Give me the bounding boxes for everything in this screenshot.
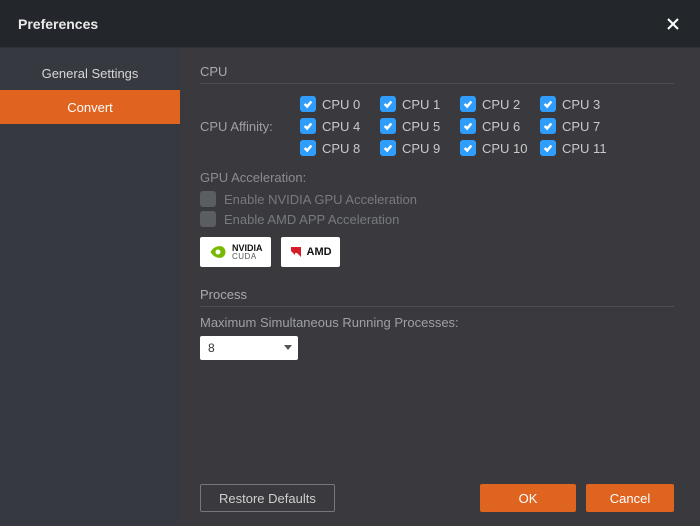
process-section-title: Process: [200, 287, 674, 307]
sidebar-item-general-settings[interactable]: General Settings: [0, 56, 180, 90]
checkbox-icon: [200, 191, 216, 207]
restore-defaults-button[interactable]: Restore Defaults: [200, 484, 335, 512]
process-count-value: 8: [208, 341, 215, 355]
cpu-core-label: CPU 1: [402, 97, 440, 112]
cpu-affinity-label: CPU Affinity:: [200, 119, 300, 134]
cuda-text: CUDA: [232, 253, 263, 261]
checkbox-icon: [540, 140, 556, 156]
cpu-core-label: CPU 2: [482, 97, 520, 112]
cpu-core-7[interactable]: CPU 7: [540, 118, 620, 134]
cpu-core-label: CPU 3: [562, 97, 600, 112]
cpu-core-label: CPU 6: [482, 119, 520, 134]
gpu-nvidia-option[interactable]: Enable NVIDIA GPU Acceleration: [200, 191, 674, 207]
checkbox-icon: [460, 140, 476, 156]
cpu-core-10[interactable]: CPU 10: [460, 140, 540, 156]
nvidia-badge[interactable]: NVIDIA CUDA: [200, 237, 271, 267]
footer-buttons: Restore Defaults OK Cancel: [200, 484, 674, 512]
window-title: Preferences: [18, 16, 98, 32]
amd-badge[interactable]: AMD: [281, 237, 340, 267]
cpu-core-6[interactable]: CPU 6: [460, 118, 540, 134]
cpu-core-label: CPU 11: [562, 141, 607, 156]
close-icon: [666, 17, 680, 31]
checkbox-icon: [300, 96, 316, 112]
cpu-core-label: CPU 4: [322, 119, 360, 134]
cpu-core-3[interactable]: CPU 3: [540, 96, 620, 112]
ok-button[interactable]: OK: [480, 484, 576, 512]
gpu-amd-label: Enable AMD APP Acceleration: [224, 212, 399, 227]
chevron-down-icon: [284, 345, 292, 351]
titlebar: Preferences: [0, 0, 700, 48]
cpu-core-11[interactable]: CPU 11: [540, 140, 620, 156]
main-panel: CPU CPU 0 CPU 1 CPU 2 CPU 3 CPU Affinity…: [180, 48, 700, 526]
gpu-amd-option[interactable]: Enable AMD APP Acceleration: [200, 211, 674, 227]
cpu-section-title: CPU: [200, 64, 674, 84]
cpu-core-label: CPU 9: [402, 141, 440, 156]
cpu-core-label: CPU 5: [402, 119, 440, 134]
checkbox-icon: [460, 96, 476, 112]
checkbox-icon: [380, 118, 396, 134]
cpu-core-1[interactable]: CPU 1: [380, 96, 460, 112]
cpu-core-label: CPU 7: [562, 119, 600, 134]
checkbox-icon: [300, 118, 316, 134]
sidebar: General Settings Convert: [0, 48, 180, 526]
process-count-select[interactable]: 8: [200, 336, 298, 360]
checkbox-icon: [540, 96, 556, 112]
cpu-core-2[interactable]: CPU 2: [460, 96, 540, 112]
vendor-badges: NVIDIA CUDA AMD: [200, 237, 674, 267]
process-max-label: Maximum Simultaneous Running Processes:: [200, 315, 674, 330]
amd-arrow-icon: [289, 245, 303, 259]
content: General Settings Convert CPU CPU 0 CPU 1…: [0, 48, 700, 526]
nvidia-eye-icon: [208, 242, 228, 262]
checkbox-icon: [540, 118, 556, 134]
process-section: Process Maximum Simultaneous Running Pro…: [200, 287, 674, 360]
gpu-section-title: GPU Acceleration:: [200, 170, 674, 185]
cpu-core-8[interactable]: CPU 8: [300, 140, 380, 156]
cpu-core-0[interactable]: CPU 0: [300, 96, 380, 112]
gpu-nvidia-label: Enable NVIDIA GPU Acceleration: [224, 192, 417, 207]
cpu-core-label: CPU 10: [482, 141, 528, 156]
cpu-core-5[interactable]: CPU 5: [380, 118, 460, 134]
amd-text: AMD: [307, 246, 332, 258]
checkbox-icon: [300, 140, 316, 156]
close-button[interactable]: [664, 15, 682, 33]
cpu-core-4[interactable]: CPU 4: [300, 118, 380, 134]
cpu-core-label: CPU 0: [322, 97, 360, 112]
gpu-section: GPU Acceleration: Enable NVIDIA GPU Acce…: [200, 168, 674, 283]
checkbox-icon: [200, 211, 216, 227]
checkbox-icon: [380, 96, 396, 112]
checkbox-icon: [380, 140, 396, 156]
sidebar-item-convert[interactable]: Convert: [0, 90, 180, 124]
cpu-core-label: CPU 8: [322, 141, 360, 156]
cancel-button[interactable]: Cancel: [586, 484, 674, 512]
checkbox-icon: [460, 118, 476, 134]
cpu-core-9[interactable]: CPU 9: [380, 140, 460, 156]
cpu-affinity-grid: CPU 0 CPU 1 CPU 2 CPU 3 CPU Affinity: CP…: [200, 90, 674, 168]
